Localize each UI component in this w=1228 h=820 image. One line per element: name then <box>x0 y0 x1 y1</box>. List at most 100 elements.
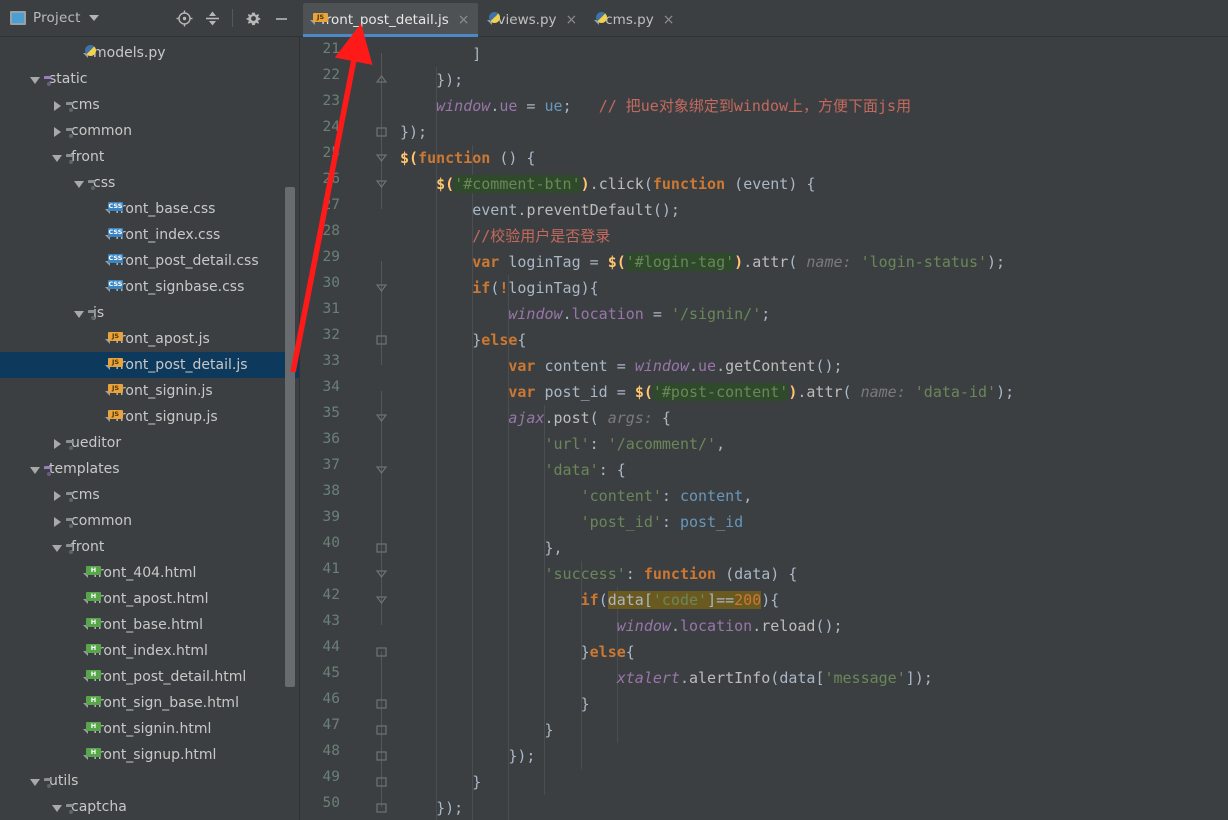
chevron-right-icon[interactable] <box>52 490 63 501</box>
code-line[interactable]: } <box>400 691 590 717</box>
tree-item[interactable]: cms <box>0 482 299 508</box>
code-line[interactable]: 'post_id': post_id <box>400 509 744 535</box>
tree-item[interactable]: front <box>0 534 299 560</box>
fold-marker[interactable] <box>375 281 388 294</box>
tree-item[interactable]: CSS front_post_detail.css <box>0 248 299 274</box>
close-icon[interactable]: × <box>458 13 470 27</box>
fold-marker[interactable] <box>375 801 388 814</box>
chevron-down-icon[interactable] <box>30 74 41 85</box>
minimize-icon[interactable] <box>268 5 294 31</box>
fold-marker[interactable] <box>375 541 388 554</box>
tree-item[interactable]: CSS front_base.css <box>0 196 299 222</box>
tree-item[interactable]: static <box>0 66 299 92</box>
fold-marker[interactable] <box>375 567 388 580</box>
code-line[interactable]: }, <box>400 535 563 561</box>
code-line[interactable]: } <box>400 717 554 743</box>
fold-marker[interactable] <box>375 151 388 164</box>
code-line[interactable]: } <box>400 769 481 795</box>
code-line[interactable]: ] <box>400 41 481 67</box>
editor-tab[interactable]: views.py × <box>480 3 586 36</box>
tree-item[interactable]: ueditor <box>0 430 299 456</box>
fold-marker[interactable] <box>375 73 388 86</box>
fold-marker-column[interactable] <box>372 37 392 820</box>
code-line[interactable]: $('#comment-btn').click(function (event)… <box>400 171 815 197</box>
tree-item[interactable]: CSS front_index.css <box>0 222 299 248</box>
chevron-down-icon[interactable] <box>88 15 99 21</box>
tree-item[interactable]: templates <box>0 456 299 482</box>
fold-marker[interactable] <box>375 333 388 346</box>
fold-marker[interactable] <box>375 775 388 788</box>
editor-gutter[interactable]: 21 22 23 24 25 26 27 28 29 30 31 32 33 34 35 36 37 38 39 40… <box>300 37 392 820</box>
collapse-all-icon[interactable] <box>199 5 225 31</box>
fold-marker[interactable] <box>375 125 388 138</box>
fold-marker[interactable] <box>375 177 388 190</box>
tree-item[interactable]: Hfront_index.html <box>0 638 299 664</box>
tree-item[interactable]: common <box>0 508 299 534</box>
code-line[interactable]: var content = window.ue.getContent(); <box>400 353 842 379</box>
code-line[interactable]: event.preventDefault(); <box>400 197 680 223</box>
tree-item-selected[interactable]: JS front_post_detail.js <box>0 352 299 378</box>
tree-item[interactable]: cms <box>0 92 299 118</box>
tree-item[interactable]: captcha <box>0 794 299 820</box>
code-line[interactable]: }); <box>400 795 463 820</box>
chevron-right-icon[interactable] <box>52 438 63 449</box>
tree-item[interactable]: Hfront_sign_base.html <box>0 690 299 716</box>
fold-marker[interactable] <box>375 463 388 476</box>
code-line[interactable]: window.location = '/signin/'; <box>400 301 770 327</box>
tree-item[interactable]: utils <box>0 768 299 794</box>
code-line[interactable]: }); <box>400 119 427 145</box>
fold-marker[interactable] <box>375 645 388 658</box>
editor-tab[interactable]: cms.py × <box>587 3 682 36</box>
tree-item[interactable]: front <box>0 144 299 170</box>
code-line[interactable]: }else{ <box>400 639 635 665</box>
fold-marker[interactable] <box>375 411 388 424</box>
chevron-down-icon[interactable] <box>52 542 63 553</box>
code-line[interactable]: ajax.post( args: { <box>400 405 671 431</box>
code-line[interactable]: 'content': content, <box>400 483 753 509</box>
tree-item[interactable]: JS front_apost.js <box>0 326 299 352</box>
project-tree[interactable]: models.py static cms common front css CSS front… <box>0 37 300 820</box>
fold-marker[interactable] <box>375 697 388 710</box>
code-line[interactable]: window.ue = ue; // 把ue对象绑定到window上，方便下面j… <box>400 93 911 119</box>
close-icon[interactable]: × <box>663 13 675 27</box>
code-line[interactable]: 'url': '/acomment/', <box>400 431 726 457</box>
fold-marker[interactable] <box>375 749 388 762</box>
tree-scrollbar[interactable] <box>285 187 295 687</box>
chevron-right-icon[interactable] <box>52 126 63 137</box>
code-line[interactable]: var post_id = $('#post-content').attr( n… <box>400 379 1014 405</box>
tree-item[interactable]: Hfront_signin.html <box>0 716 299 742</box>
chevron-right-icon[interactable] <box>52 100 63 111</box>
code-editor[interactable]: 21 22 23 24 25 26 27 28 29 30 31 32 33 34 35 36 37 38 39 40… <box>300 37 1228 820</box>
code-line[interactable]: 'data': { <box>400 457 626 483</box>
tree-item[interactable]: common <box>0 118 299 144</box>
fold-marker[interactable] <box>375 723 388 736</box>
locate-icon[interactable] <box>171 5 197 31</box>
code-line[interactable]: xtalert.alertInfo(data['message']); <box>400 665 933 691</box>
tree-item[interactable]: css <box>0 170 299 196</box>
chevron-right-icon[interactable] <box>52 516 63 527</box>
code-line[interactable]: var loginTag = $('#login-tag').attr( nam… <box>400 249 1005 275</box>
code-line[interactable]: $(function () { <box>400 145 535 171</box>
code-line[interactable]: window.location.reload(); <box>400 613 843 639</box>
code-area[interactable]: ] }); window.ue = ue; // 把ue对象绑定到window上… <box>392 37 1228 820</box>
chevron-down-icon[interactable] <box>30 776 41 787</box>
editor-tab[interactable]: JS front_post_detail.js × <box>303 3 478 37</box>
code-line[interactable]: }); <box>400 67 463 93</box>
gear-icon[interactable] <box>240 5 266 31</box>
chevron-down-icon[interactable] <box>74 308 85 319</box>
chevron-down-icon[interactable] <box>52 152 63 163</box>
fold-marker[interactable] <box>375 593 388 606</box>
tree-item[interactable]: JS front_signin.js <box>0 378 299 404</box>
tree-item[interactable]: models.py <box>0 40 299 66</box>
code-line[interactable]: if(!loginTag){ <box>400 275 598 301</box>
tree-item[interactable]: Hfront_base.html <box>0 612 299 638</box>
chevron-down-icon[interactable] <box>30 464 41 475</box>
chevron-down-icon[interactable] <box>74 178 85 189</box>
code-line[interactable]: }); <box>400 743 535 769</box>
tree-item[interactable]: Hfront_post_detail.html <box>0 664 299 690</box>
code-line[interactable]: if(data['code']==200){ <box>400 587 779 613</box>
tree-item[interactable]: js <box>0 300 299 326</box>
tree-item[interactable]: Hfront_apost.html <box>0 586 299 612</box>
close-icon[interactable]: × <box>566 13 578 27</box>
tree-item[interactable]: JS front_signup.js <box>0 404 299 430</box>
